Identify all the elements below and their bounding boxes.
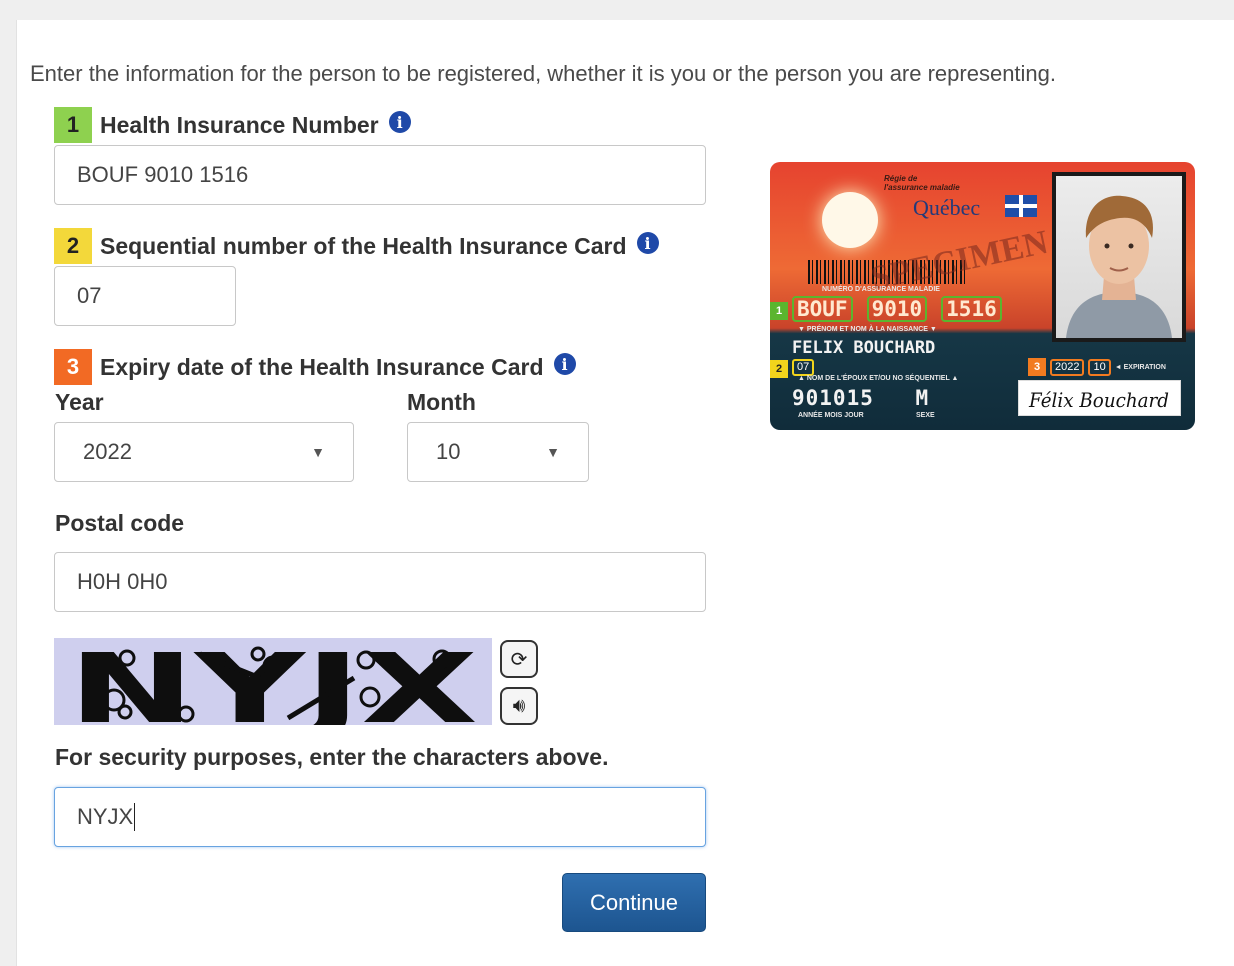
card-seq: 07 bbox=[792, 359, 815, 376]
security-input[interactable]: NYJX bbox=[54, 787, 706, 847]
card-expiry-caption: ◄ EXPIRATION bbox=[1114, 363, 1166, 371]
postal-label: Postal code bbox=[55, 510, 185, 536]
card-tag-3: 3 bbox=[1028, 358, 1046, 376]
card-tag-2: 2 bbox=[770, 360, 788, 378]
nam-input[interactable]: BOUF 9010 1516 bbox=[54, 145, 706, 205]
step-badge-1: 1 bbox=[54, 107, 92, 143]
month-label: Month bbox=[407, 389, 476, 415]
security-input-value: NYJX bbox=[77, 804, 134, 829]
year-select[interactable]: 2022 ▼ bbox=[54, 422, 354, 482]
card-nam-group: 1516 bbox=[941, 296, 1002, 322]
expiry-label-text: Expiry date of the Health Insurance Card bbox=[100, 353, 544, 380]
card-dob-caption: ANNÉE MOIS JOUR bbox=[798, 412, 864, 419]
info-icon[interactable]: i bbox=[388, 111, 411, 133]
continue-button[interactable]: Continue bbox=[562, 873, 706, 932]
card-name: FELIX BOUCHARD bbox=[792, 338, 936, 358]
portrait-image bbox=[1056, 176, 1182, 338]
card-expiry-year: 2022 bbox=[1050, 358, 1085, 376]
card-nam-group: BOUF bbox=[792, 296, 853, 322]
seq-label-text: Sequential number of the Health Insuranc… bbox=[100, 232, 627, 259]
year-label: Year bbox=[55, 389, 104, 415]
card-issuer: Québec bbox=[913, 195, 981, 220]
card-dob-value: 901015 bbox=[792, 386, 874, 410]
month-select-value: 10 bbox=[436, 439, 461, 464]
signature-graphic: Félix Bouchard bbox=[1028, 388, 1169, 412]
card-photo bbox=[1052, 172, 1186, 342]
audio-captcha-button[interactable]: 🔊︎ bbox=[500, 687, 538, 725]
security-label: For security purposes, enter the charact… bbox=[55, 744, 609, 770]
nam-input-value: BOUF 9010 1516 bbox=[77, 162, 249, 187]
quebec-flag-icon bbox=[1005, 195, 1037, 217]
card-nam-group: 9010 bbox=[866, 296, 928, 322]
expiry-label: 3 Expiry date of the Health Insurance Ca… bbox=[54, 349, 576, 385]
year-select-value: 2022 bbox=[83, 439, 132, 464]
seq-label: 2 Sequential number of the Health Insura… bbox=[54, 228, 659, 264]
card-name-caption: ▼ PRÉNOM ET NOM À LA NAISSANCE ▼ bbox=[798, 326, 937, 333]
postal-input-value: H0H 0H0 bbox=[77, 569, 168, 594]
info-icon[interactable]: i bbox=[636, 232, 659, 254]
card-signature: Félix Bouchard bbox=[1018, 380, 1181, 416]
card-expiry-month: 10 bbox=[1088, 358, 1111, 376]
card-sun bbox=[822, 192, 878, 248]
captcha-graphic: NYJX bbox=[68, 638, 478, 725]
postal-input[interactable]: H0H 0H0 bbox=[54, 552, 706, 612]
intro-text: Enter the information for the person to … bbox=[30, 61, 1057, 86]
refresh-icon: ⟳ bbox=[510, 648, 528, 671]
seq-input-value: 07 bbox=[77, 283, 102, 308]
card-tag-1: 1 bbox=[770, 302, 788, 320]
dropdown-arrow-icon: ▼ bbox=[311, 444, 325, 460]
audio-icon: 🔊︎ bbox=[512, 694, 526, 717]
dropdown-arrow-icon: ▼ bbox=[546, 444, 560, 460]
card-expiry: 3 2022 10 ◄ EXPIRATION bbox=[1028, 358, 1166, 376]
card-nam-caption: NUMÉRO D'ASSURANCE MALADIE bbox=[822, 286, 940, 293]
signature-text: Félix Bouchard bbox=[1028, 388, 1169, 412]
info-icon[interactable]: i bbox=[553, 353, 576, 375]
nam-label: 1 Health Insurance Number i bbox=[54, 107, 411, 143]
card-dob: 901015 M bbox=[792, 386, 929, 410]
month-select[interactable]: 10 ▼ bbox=[407, 422, 589, 482]
step-badge-3: 3 bbox=[54, 349, 92, 385]
refresh-captcha-button[interactable]: ⟳ bbox=[500, 640, 538, 678]
portrait-graphic bbox=[1066, 195, 1172, 338]
card-issuer-small: Régie de l'assurance maladie bbox=[884, 174, 960, 192]
health-card-image: Régie de l'assurance maladie Québec SPEC… bbox=[770, 162, 1195, 430]
nam-label-text: Health Insurance Number bbox=[100, 111, 379, 138]
seq-input[interactable]: 07 bbox=[54, 266, 236, 326]
step-badge-2: 2 bbox=[54, 228, 92, 264]
card-seq-caption: ▲ NOM DE L'ÉPOUX ET/OU NO SÉQUENTIEL ▲ bbox=[798, 375, 959, 382]
captcha-image: NYJX bbox=[54, 638, 492, 725]
card-sex-value: M bbox=[915, 386, 930, 410]
text-caret bbox=[134, 803, 136, 831]
card-sex-caption: SEXE bbox=[916, 412, 935, 419]
card-nam: BOUF 9010 1516 bbox=[792, 296, 1002, 322]
